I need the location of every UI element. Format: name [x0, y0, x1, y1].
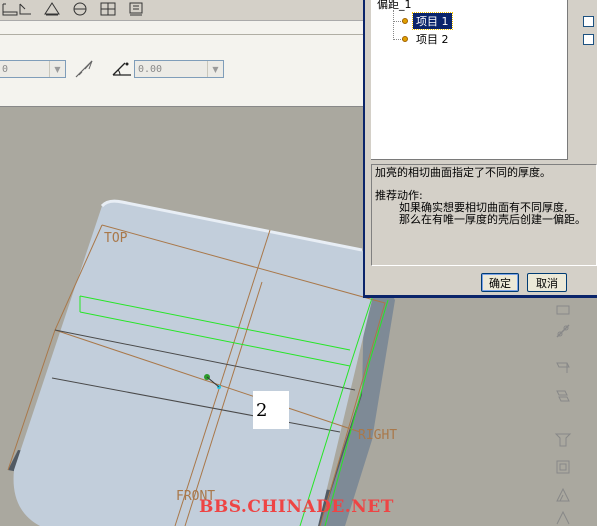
chevron-down-icon[interactable]: ▼ [49, 61, 65, 77]
tree-item-2[interactable]: 项目 2 [402, 32, 452, 46]
revolve-icon[interactable] [552, 384, 574, 406]
flip-direction-icon[interactable] [73, 59, 95, 79]
item-2-checkbox[interactable] [583, 34, 594, 45]
message-area: 加亮的相切曲面指定了不同的厚度。 推荐动作: 如果确实想要相切曲面有不同厚度, … [371, 164, 597, 266]
tree-connector [393, 10, 394, 40]
item-dot-icon [402, 36, 408, 42]
tree-root-label[interactable]: 偏距_1 [377, 0, 412, 12]
cancel-button[interactable]: 取消 [527, 273, 567, 292]
angle-value: 0.00 [138, 63, 163, 75]
watermark-text: BBS.CHINADE.NET [199, 497, 394, 517]
divider [0, 34, 370, 35]
rib-icon[interactable] [552, 506, 574, 526]
extrude-icon[interactable] [552, 356, 574, 378]
shell-icon[interactable] [552, 456, 574, 478]
tree-item-label: 项目 1 [412, 12, 453, 30]
grid-icon[interactable] [98, 0, 118, 18]
chevron-down-icon[interactable]: ▼ [207, 61, 223, 77]
thickness-value: 0 [2, 63, 9, 75]
tree-item-label: 项目 2 [416, 33, 449, 46]
message-text: 加亮的相切曲面指定了不同的厚度。 [375, 166, 551, 179]
angle-select[interactable]: 0.00 ▼ [134, 60, 224, 78]
callout-label: 2 [253, 391, 289, 429]
thickness-select[interactable]: 0 ▼ [0, 60, 66, 78]
datum-label-top: TOP [104, 231, 128, 246]
draft-icon[interactable] [552, 484, 574, 506]
chain-icon[interactable] [552, 320, 574, 342]
item-1-checkbox[interactable] [583, 16, 594, 27]
datum-plane-icon[interactable] [70, 0, 90, 18]
shell-thickness-dialog: 偏距_1 项目 1 项目 2 加亮的相切曲面指定了不同的厚度。 推荐动作: 如果… [363, 0, 597, 298]
item-dot-icon [402, 18, 408, 24]
triangle-icon[interactable] [42, 0, 62, 18]
datum-point-icon[interactable] [126, 0, 146, 18]
top-toolbar [0, 0, 370, 20]
item-tree: 偏距_1 项目 1 项目 2 [371, 0, 568, 160]
ok-button[interactable]: 确定 [481, 273, 519, 292]
message-text: 那么在有唯一厚度的壳后创建一偏距。 [399, 213, 586, 226]
tree-item-1[interactable]: 项目 1 [402, 12, 453, 30]
datum-axis-icon[interactable] [552, 298, 574, 320]
hole-icon[interactable] [552, 428, 574, 450]
datum-label-right: RIGHT [358, 428, 397, 443]
part-top-face [13, 200, 374, 526]
angle-icon [111, 59, 133, 79]
right-toolbar [548, 298, 576, 526]
dashboard-panel: 0 ▼ 0.00 ▼ [0, 20, 370, 107]
sketch-icon[interactable] [15, 0, 35, 18]
